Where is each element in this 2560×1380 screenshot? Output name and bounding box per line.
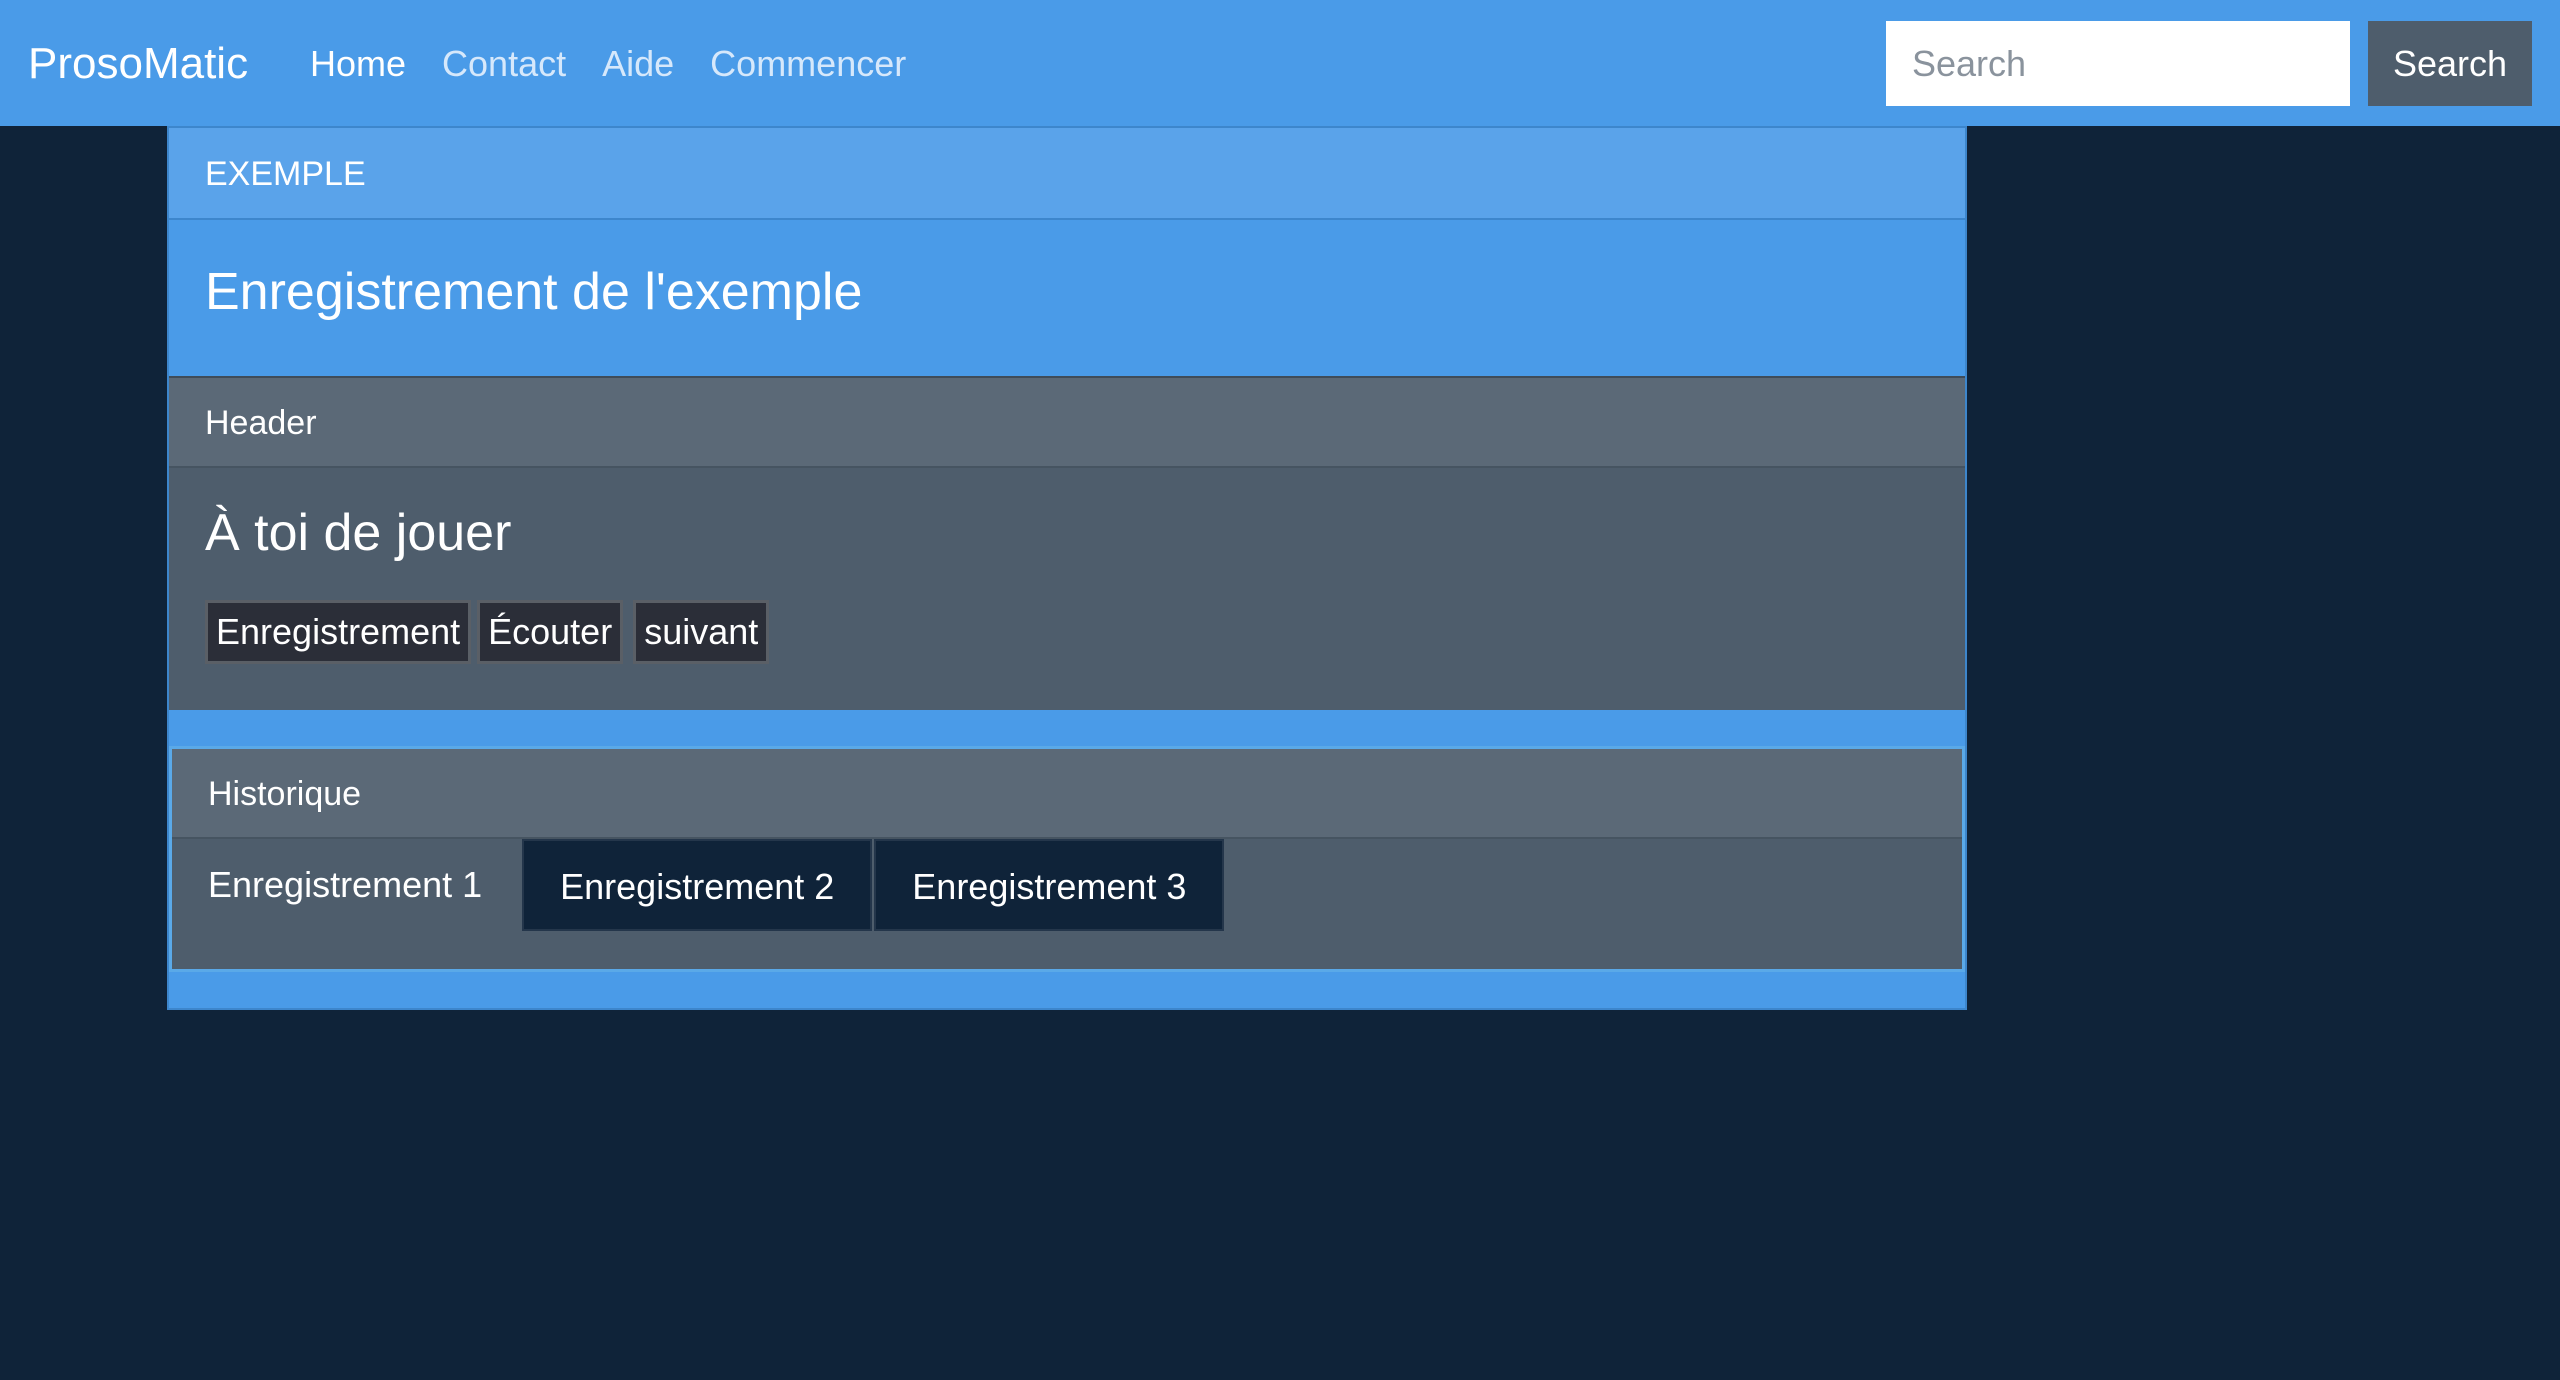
example-card-header: EXEMPLE	[169, 128, 1965, 220]
play-card: Header À toi de jouer Enregistrement Éco…	[169, 376, 1965, 710]
example-card-title: Enregistrement de l'exemple	[205, 263, 863, 321]
next-button[interactable]: suivant	[633, 600, 770, 664]
nav-link-contact[interactable]: Contact	[442, 36, 566, 92]
history-item-2[interactable]: Enregistrement 2	[522, 839, 873, 931]
history-card-header: Historique	[172, 749, 1962, 839]
history-item-1[interactable]: Enregistrement 1	[172, 839, 522, 931]
navbar: ProsoMatic Home Contact Aide Commencer S…	[0, 0, 2560, 126]
play-button-row: Enregistrement Écouter suivant	[205, 600, 1929, 664]
nav-link-home[interactable]: Home	[310, 36, 406, 92]
history-list: Enregistrement 1 Enregistrement 2 Enregi…	[172, 839, 1962, 969]
search-input[interactable]	[1886, 21, 2350, 106]
play-card-header: Header	[169, 378, 1965, 468]
play-card-title: À toi de jouer	[205, 504, 512, 562]
history-card: Historique Enregistrement 1 Enregistreme…	[169, 746, 1965, 972]
search-button[interactable]: Search	[2368, 21, 2532, 106]
example-card: EXEMPLE Enregistrement de l'exemple Head…	[167, 126, 1967, 1010]
record-button[interactable]: Enregistrement	[205, 600, 472, 664]
play-card-body: À toi de jouer Enregistrement Écouter su…	[169, 468, 1965, 710]
listen-button[interactable]: Écouter	[477, 600, 624, 664]
nav-links: Home Contact Aide Commencer	[310, 36, 942, 92]
example-card-body: Enregistrement de l'exemple	[169, 220, 1965, 376]
history-item-3[interactable]: Enregistrement 3	[874, 839, 1225, 931]
brand-logo[interactable]: ProsoMatic	[28, 36, 248, 92]
nav-link-aide[interactable]: Aide	[602, 36, 674, 92]
nav-link-commencer[interactable]: Commencer	[710, 36, 906, 92]
